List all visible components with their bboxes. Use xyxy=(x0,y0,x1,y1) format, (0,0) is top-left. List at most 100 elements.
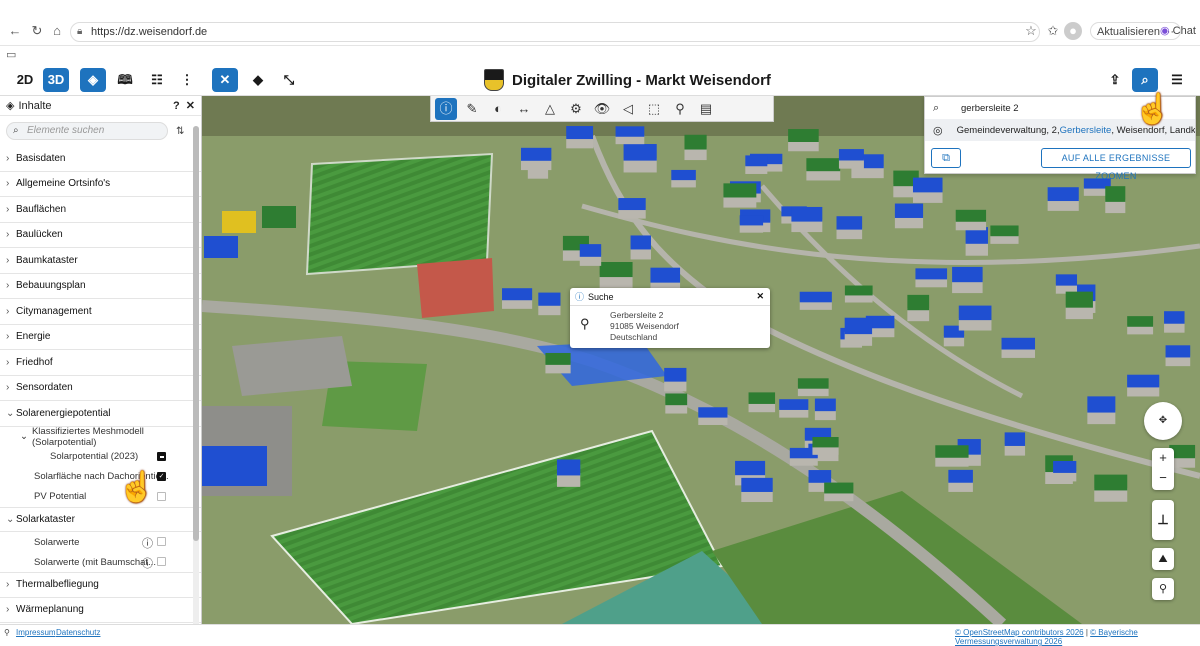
legend-icon[interactable]: ☷ xyxy=(144,68,170,92)
bookmark-row: ▭ xyxy=(0,46,1200,64)
zoom-in-button[interactable]: + xyxy=(1152,448,1174,468)
home-icon[interactable]: ⌂ xyxy=(48,22,66,40)
sidebar-item[interactable]: › Bauflächen xyxy=(0,197,201,223)
tilt-slider[interactable]: ⊥ xyxy=(1152,500,1174,540)
mode-2d-button[interactable]: 2D xyxy=(12,68,38,92)
hamburger-menu-icon[interactable]: ☰ xyxy=(1164,68,1190,92)
house-roof xyxy=(630,235,651,250)
info-tool-icon[interactable]: ⓘ xyxy=(435,97,457,120)
sidebar-item[interactable]: ⌄ Solarenergiepotential xyxy=(0,401,201,427)
sidebar-item[interactable]: › Energie xyxy=(0,325,201,350)
sort-icon[interactable]: ⇅ xyxy=(176,126,184,137)
profile-avatar[interactable]: ● xyxy=(1064,22,1082,40)
house-roof xyxy=(579,244,602,257)
map-book-icon[interactable]: 🕮︎ xyxy=(112,68,138,92)
sidebar-item[interactable]: › Bebauungsplan xyxy=(0,274,201,299)
view-tool-icon[interactable]: 👁︎ xyxy=(591,98,613,120)
datenschutz-link[interactable]: Datenschutz xyxy=(56,628,100,637)
object-tool-icon[interactable]: ⚙ xyxy=(565,98,587,120)
layer-row[interactable]: Solarwerte ⓘ xyxy=(0,532,201,552)
layers-button[interactable]: ◈ xyxy=(80,68,106,92)
element-search-input[interactable]: ⌕ Elemente suchen xyxy=(6,122,168,140)
sidebar-item[interactable]: › Allgemeine Ortsinfo's xyxy=(0,172,201,197)
sidebar-item[interactable]: ⌄ Solarkataster xyxy=(0,506,201,532)
osm-attribution-link[interactable]: © OpenStreetMap contributors 2026 xyxy=(955,628,1084,637)
house-roof xyxy=(788,129,819,142)
house-roof xyxy=(844,285,873,296)
result-list-icon[interactable]: ⧉ xyxy=(931,148,961,168)
layer-row[interactable]: Solarfläche nach Dachorientie... ✓ xyxy=(0,467,201,487)
move-arrows-icon[interactable]: ⤡ xyxy=(276,68,302,92)
layer-checkbox[interactable] xyxy=(157,537,166,546)
clip-box-icon[interactable]: ⬚ xyxy=(643,98,665,120)
house-roof xyxy=(907,294,930,311)
pin-tool-icon[interactable]: ⚲ xyxy=(669,98,691,120)
layer-checkbox[interactable] xyxy=(157,451,166,461)
layer-row[interactable]: Solarpotential (2023) xyxy=(0,447,201,467)
house-roof xyxy=(1164,311,1185,324)
more-vertical-icon[interactable]: ⋮ xyxy=(174,68,200,92)
sidebar-item[interactable]: › Wärmeplanung xyxy=(0,598,201,623)
close-icon[interactable]: ✕ xyxy=(186,99,195,112)
help-icon[interactable]: ? xyxy=(173,100,180,112)
house-roof xyxy=(1127,374,1160,388)
popup-close-icon[interactable]: ✕ xyxy=(756,291,764,302)
sidebar-scrollbar[interactable] xyxy=(193,126,199,624)
mode-3d-button[interactable]: 3D xyxy=(43,68,69,92)
sidebar-item[interactable]: › Thermalbefliegung xyxy=(0,572,201,598)
compass-icon: ✥ xyxy=(1158,415,1168,426)
house-roof xyxy=(745,155,768,167)
back-icon[interactable]: ← xyxy=(6,22,24,40)
layer-row[interactable]: Solarwerte (mit Baumschat... ⓘ xyxy=(0,552,201,572)
profile-chart-icon[interactable]: ▤ xyxy=(695,98,717,120)
scrollbar-thumb[interactable] xyxy=(193,126,199,541)
popup-address: Gerbersleite 2 91085 Weisendorf Deutschl… xyxy=(610,310,679,343)
layers-icon: ◈ xyxy=(6,100,15,112)
house-roof xyxy=(502,288,533,301)
impressum-link[interactable]: Impressum xyxy=(16,628,56,637)
chevron-right-icon: › xyxy=(6,579,10,591)
info-icon[interactable]: ⓘ xyxy=(142,555,153,571)
house-roof xyxy=(797,378,829,389)
reload-icon[interactable]: ↻ xyxy=(28,22,46,40)
measure-distance-icon[interactable]: ↔ xyxy=(513,98,535,120)
tools-button[interactable]: ✕ xyxy=(212,68,238,92)
house-roof xyxy=(1065,291,1093,308)
search-button[interactable]: ⌕ xyxy=(1132,68,1158,92)
sidebar-item[interactable]: › Friedhof xyxy=(0,350,201,376)
draw-tool-icon[interactable]: ✎ xyxy=(461,98,483,120)
layer-checkbox[interactable]: ✓ xyxy=(157,471,166,481)
locate-me-icon[interactable]: ⚲ xyxy=(1152,578,1174,600)
favorites-icon[interactable]: ✩ xyxy=(1044,22,1062,40)
overview-map-icon[interactable]: ⛰︎ xyxy=(1152,548,1174,570)
layer-label: Solarpotential (2023) xyxy=(50,451,139,462)
sidebar-item[interactable]: › Baumkataster xyxy=(0,248,201,274)
star-icon[interactable]: ☆ xyxy=(1022,22,1040,40)
share-icon[interactable]: ⇪ xyxy=(1102,68,1128,92)
info-icon[interactable]: ⓘ xyxy=(142,535,153,551)
tab-actions-icon[interactable]: ▭ xyxy=(6,48,16,61)
layer-checkbox[interactable] xyxy=(157,557,166,566)
sidebar-item[interactable]: › Sensordaten xyxy=(0,376,201,401)
house-roof xyxy=(779,399,809,410)
sidebar-item[interactable]: › Basisdaten xyxy=(0,146,201,172)
measure-area-icon[interactable]: △ xyxy=(539,98,561,120)
shadow-tool-icon[interactable]: ◐ xyxy=(487,98,509,120)
layer-row[interactable]: PV Potential xyxy=(0,487,201,507)
sidebar-item[interactable]: › Baulücken xyxy=(0,223,201,248)
layer-checkbox[interactable] xyxy=(157,491,166,501)
viewshed-icon[interactable]: ◁ xyxy=(617,98,639,120)
search-query-input[interactable]: gerbersleite 2 xyxy=(961,103,1019,114)
chat-button[interactable]: ◉ Chat xyxy=(1160,22,1196,40)
compass-control[interactable]: ✥ xyxy=(1144,402,1182,440)
house-roof xyxy=(1001,337,1036,350)
sidebar-item[interactable]: › Citymanagement xyxy=(0,299,201,325)
zoom-all-results-button[interactable]: AUF ALLE ERGEBNISSE ZOOMEN xyxy=(1041,148,1191,181)
zoom-out-button[interactable]: − xyxy=(1152,468,1174,488)
sidebar-subgroup[interactable]: ⌄ Klassifiziertes Meshmodell (Solarpoten… xyxy=(0,426,201,448)
aerial-map-canvas[interactable] xyxy=(202,96,1200,624)
shapes-icon[interactable]: ◆ xyxy=(245,68,271,92)
address-bar[interactable]: 🔒︎ https://dz.weisendorf.de xyxy=(70,22,1040,42)
footer-logo-icon: ⚲ xyxy=(4,628,10,637)
map-3d-view[interactable] xyxy=(202,96,1200,624)
